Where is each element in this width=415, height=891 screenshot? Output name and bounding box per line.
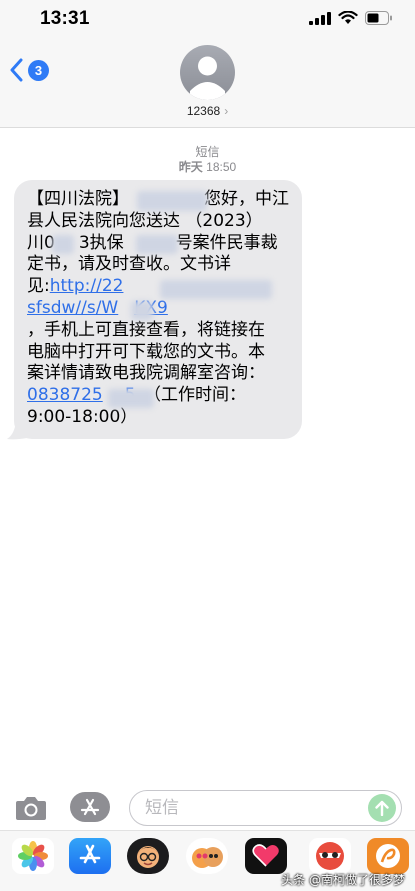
message-line: 9:00-18:00） [27,406,138,427]
digital-touch-app-icon[interactable] [245,838,287,874]
photos-app-icon[interactable] [12,838,54,874]
message-line: 电脑中打开可下载您的文书。本 [27,341,265,362]
unread-badge: 3 [28,59,49,81]
message-line: 县人民法院向您送达 （2023） [27,210,263,231]
redaction-blur [108,389,154,408]
imessage-app-strip: 头条 @南柯做了很多梦 [0,830,415,891]
message-time: 18:50 [206,160,237,174]
redaction-blur [160,280,272,299]
redaction-blur [137,191,207,211]
message-line: ，手机上可直接查看，将链接在 [27,319,265,340]
document-link[interactable]: http://22 [50,276,124,296]
redaction-blur [52,235,74,254]
watermark-text: 头条 @南柯做了很多梦 [281,873,405,887]
message-day: 昨天 [178,160,203,174]
memoji-app-icon[interactable] [127,838,169,874]
person-icon [190,56,225,100]
redaction-blur [136,235,178,254]
cellular-signal-icon [309,12,331,25]
music-app-icon[interactable] [367,838,409,874]
stickers-app-icon[interactable] [309,838,351,874]
message-input[interactable]: 短信 [129,790,402,826]
redaction-blur [131,301,153,320]
message-line: 08387255。（工作时间： [27,385,247,406]
message-timestamp: 昨天 18:50 [0,158,415,175]
app-store-app-icon[interactable] [69,838,111,874]
status-icons [309,11,393,25]
message-line: sfsdw//s/WKX9 [27,298,294,320]
incoming-message-bubble[interactable]: 【四川法院】 您好，中江 县人民法院向您送达 （2023） 川0 3执保 号案件民事裁… [14,180,302,439]
battery-icon [365,11,392,25]
camera-icon[interactable] [15,795,47,821]
arrow-up-icon [375,800,389,816]
status-time: 13:31 [40,8,90,29]
chevron-right-icon: › [224,104,229,118]
app-store-button[interactable] [70,792,110,822]
message-line: 案详情请致电我院调解室咨询： [27,363,265,384]
contact-avatar[interactable] [180,45,235,100]
message-line: 定书，请及时查收。文书详 [27,254,231,275]
conversation-header: 13:31 3 12368 › [0,0,415,128]
chevron-left-icon [10,58,23,82]
document-link-cont[interactable]: sfsdw//s/W [27,298,118,318]
animoji-app-icon[interactable] [186,838,228,874]
send-button[interactable] [368,794,396,822]
compose-bar: 短信 [0,780,415,830]
app-store-icon [80,798,100,816]
contact-name: 12368 [186,104,221,118]
back-button[interactable]: 3 [10,58,49,82]
phone-link[interactable]: 0838725 [27,385,103,405]
wifi-icon [338,11,358,24]
contact-name-row[interactable]: 12368 › [0,104,415,118]
